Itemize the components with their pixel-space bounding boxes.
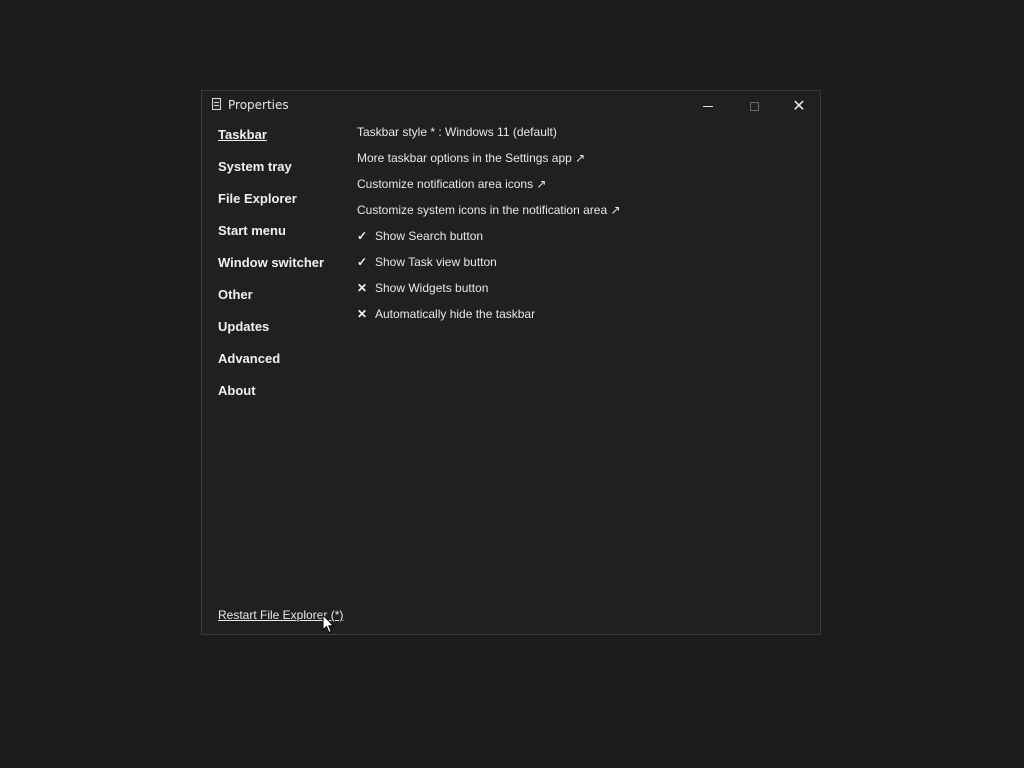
autohide-taskbar-toggle[interactable]: ✕ Automatically hide the taskbar xyxy=(357,307,807,333)
settings-app-link[interactable]: More taskbar options in the Settings app… xyxy=(357,151,807,177)
title-bar[interactable]: Properties ✕ xyxy=(202,91,820,121)
window-title: Properties xyxy=(228,98,289,112)
sidebar-item-window-switcher[interactable]: Window switcher xyxy=(218,255,348,287)
notification-icons-link[interactable]: Customize notification area icons ↗ xyxy=(357,177,807,203)
option-label: Taskbar style * : Windows 11 (default) xyxy=(357,125,557,139)
maximize-button[interactable] xyxy=(731,91,777,121)
document-icon xyxy=(212,98,221,110)
checkmark-icon: ✓ xyxy=(357,229,368,243)
system-icons-link[interactable]: Customize system icons in the notificati… xyxy=(357,203,807,229)
sidebar-nav: Taskbar System tray File Explorer Start … xyxy=(218,127,348,415)
show-task-view-toggle[interactable]: ✓ Show Task view button xyxy=(357,255,807,281)
show-widgets-toggle[interactable]: ✕ Show Widgets button xyxy=(357,281,807,307)
option-label: Customize system icons in the notificati… xyxy=(357,203,621,217)
taskbar-style-option[interactable]: Taskbar style * : Windows 11 (default) xyxy=(357,125,807,151)
sidebar-item-file-explorer[interactable]: File Explorer xyxy=(218,191,348,223)
option-label: More taskbar options in the Settings app… xyxy=(357,151,586,165)
maximize-icon xyxy=(749,101,759,111)
cross-icon: ✕ xyxy=(357,281,368,295)
option-label: Show Search button xyxy=(375,229,484,243)
settings-panel: Taskbar style * : Windows 11 (default) M… xyxy=(357,125,807,333)
sidebar-item-updates[interactable]: Updates xyxy=(218,319,348,351)
minimize-button[interactable] xyxy=(685,91,731,121)
option-label: Automatically hide the taskbar xyxy=(375,307,536,321)
sidebar-item-about[interactable]: About xyxy=(218,383,348,415)
sidebar-item-advanced[interactable]: Advanced xyxy=(218,351,348,383)
sidebar-item-system-tray[interactable]: System tray xyxy=(218,159,348,191)
option-label: Show Widgets button xyxy=(375,281,489,295)
close-icon: ✕ xyxy=(792,96,806,115)
mouse-pointer-icon xyxy=(322,614,335,634)
option-label: Show Task view button xyxy=(375,255,497,269)
checkmark-icon: ✓ xyxy=(357,255,368,269)
minimize-icon xyxy=(703,105,713,107)
sidebar-item-taskbar[interactable]: Taskbar xyxy=(218,127,348,159)
sidebar-item-other[interactable]: Other xyxy=(218,287,348,319)
show-search-button-toggle[interactable]: ✓ Show Search button xyxy=(357,229,807,255)
properties-window: Properties ✕ Taskbar System tray File Ex… xyxy=(201,90,821,635)
sidebar-item-start-menu[interactable]: Start menu xyxy=(218,223,348,255)
close-button[interactable]: ✕ xyxy=(776,91,822,121)
cross-icon: ✕ xyxy=(357,307,368,321)
option-label: Customize notification area icons ↗ xyxy=(357,177,547,191)
